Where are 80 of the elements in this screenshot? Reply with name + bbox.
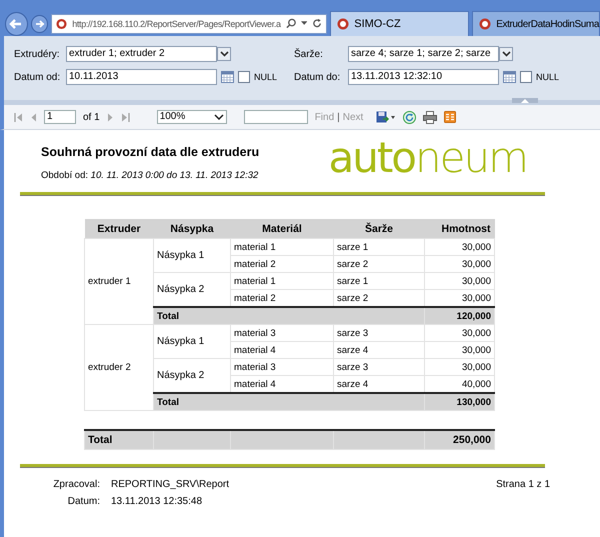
last-page-icon[interactable] <box>120 112 130 122</box>
site-icon <box>56 18 68 30</box>
table-cell: 30,000 <box>424 324 494 342</box>
table-cell: 30,000 <box>424 272 494 290</box>
date-value: 13.11.2013 12:35:48 <box>111 496 202 507</box>
period-label: Období od: <box>41 170 88 181</box>
browser-tab[interactable]: ExtruderDataHodinSuma <box>472 11 600 36</box>
column-header: Násypka <box>154 219 230 238</box>
processed-label: Zpracoval: <box>52 479 100 490</box>
table-cell: extruder 1 <box>84 238 154 324</box>
table-cell: sarze 3 <box>334 324 424 342</box>
zoom-dropdown[interactable]: 100% <box>156 110 227 124</box>
page-count: of 1 <box>83 112 100 122</box>
dropdown-button[interactable] <box>499 47 513 61</box>
column-header: Extruder <box>84 219 154 238</box>
period-value: 10. 11. 2013 0:00 do 13. 11. 2013 12:32 <box>90 170 258 181</box>
null-label: NULL <box>254 72 278 82</box>
table-cell: material 4 <box>230 342 334 358</box>
table-cell: sarze 4 <box>334 342 424 358</box>
table-cell: 30,000 <box>424 238 494 256</box>
column-header: Hmotnost <box>424 219 494 238</box>
grand-total-row: Total 250,000 <box>84 430 494 450</box>
table-cell: sarze 1 <box>334 238 424 256</box>
forward-button[interactable] <box>30 14 48 32</box>
export-icon[interactable] <box>376 111 396 123</box>
dropdown-field[interactable]: extruder 1; extruder 2 <box>66 46 217 62</box>
caret-icon[interactable] <box>300 21 308 26</box>
processed-value: REPORTING_SRV\Report <box>111 479 230 490</box>
parameter-label: Extrudéry: <box>14 48 61 60</box>
table-cell: sarze 1 <box>334 272 424 290</box>
table-cell: sarze 2 <box>334 256 424 272</box>
dropdown-button[interactable] <box>217 47 231 61</box>
table-cell: 30,000 <box>424 358 494 376</box>
chevron-icon <box>220 51 228 57</box>
layout-icon[interactable] <box>444 111 456 123</box>
parameter-label: Šarže: <box>294 48 324 60</box>
table-cell: material 2 <box>230 256 334 272</box>
column-header: Materiál <box>230 219 334 238</box>
date-field[interactable]: 10.11.2013 <box>66 69 217 85</box>
find-field[interactable] <box>244 110 308 124</box>
column-header: Šarže <box>334 219 424 238</box>
logo: autoneum <box>328 138 527 184</box>
date-label: Datum: <box>66 496 100 507</box>
report-title: Souhrná provozní data dle extruderu <box>40 145 260 159</box>
address-bar[interactable]: http://192.168.110.2/ReportServer/Pages/ReportViewer.a <box>51 14 328 34</box>
forward-arrow-icon <box>34 18 46 30</box>
null-label: NULL <box>536 72 560 82</box>
table-cell: Násypka 1 <box>154 324 230 358</box>
page-number-field[interactable]: 1 <box>44 110 76 124</box>
table-cell: sarze 3 <box>334 358 424 376</box>
table-cell: Násypka 1 <box>154 238 230 272</box>
calendar-icon[interactable] <box>221 71 234 83</box>
parameter-label: Datum do: <box>294 72 342 82</box>
chevron-icon <box>214 114 224 120</box>
separator-text: | <box>337 112 340 122</box>
refresh-icon[interactable] <box>312 18 322 29</box>
null-checkbox[interactable] <box>520 71 532 83</box>
table-cell: material 3 <box>230 358 334 376</box>
date-field[interactable]: 13.11.2013 12:32:10 <box>348 69 499 85</box>
site-icon <box>479 18 492 30</box>
print-icon[interactable] <box>423 110 438 124</box>
table-cell: 30,000 <box>424 256 494 272</box>
page-indicator: Strana 1 z 1 <box>496 479 550 490</box>
browser-tab[interactable]: SIMO-CZ <box>330 11 470 36</box>
refresh-icon[interactable] <box>403 110 416 124</box>
table-cell: material 3 <box>230 324 334 342</box>
table-cell: material 1 <box>230 272 334 290</box>
collapse-handle[interactable] <box>512 98 538 103</box>
null-checkbox[interactable] <box>238 71 250 83</box>
table-cell: material 1 <box>230 238 334 256</box>
search-icon[interactable] <box>286 18 296 29</box>
table-cell: extruder 2 <box>84 324 154 410</box>
table-cell: 30,000 <box>424 342 494 358</box>
site-icon <box>337 18 350 30</box>
parameter-label: Datum od: <box>14 72 62 82</box>
first-page-icon[interactable] <box>14 112 24 122</box>
dropdown-field[interactable]: sarze 4; sarze 1; sarze 2; sarze <box>348 46 499 62</box>
chevron-icon <box>502 51 510 57</box>
back-button[interactable] <box>5 12 28 36</box>
calendar-icon[interactable] <box>503 71 516 83</box>
